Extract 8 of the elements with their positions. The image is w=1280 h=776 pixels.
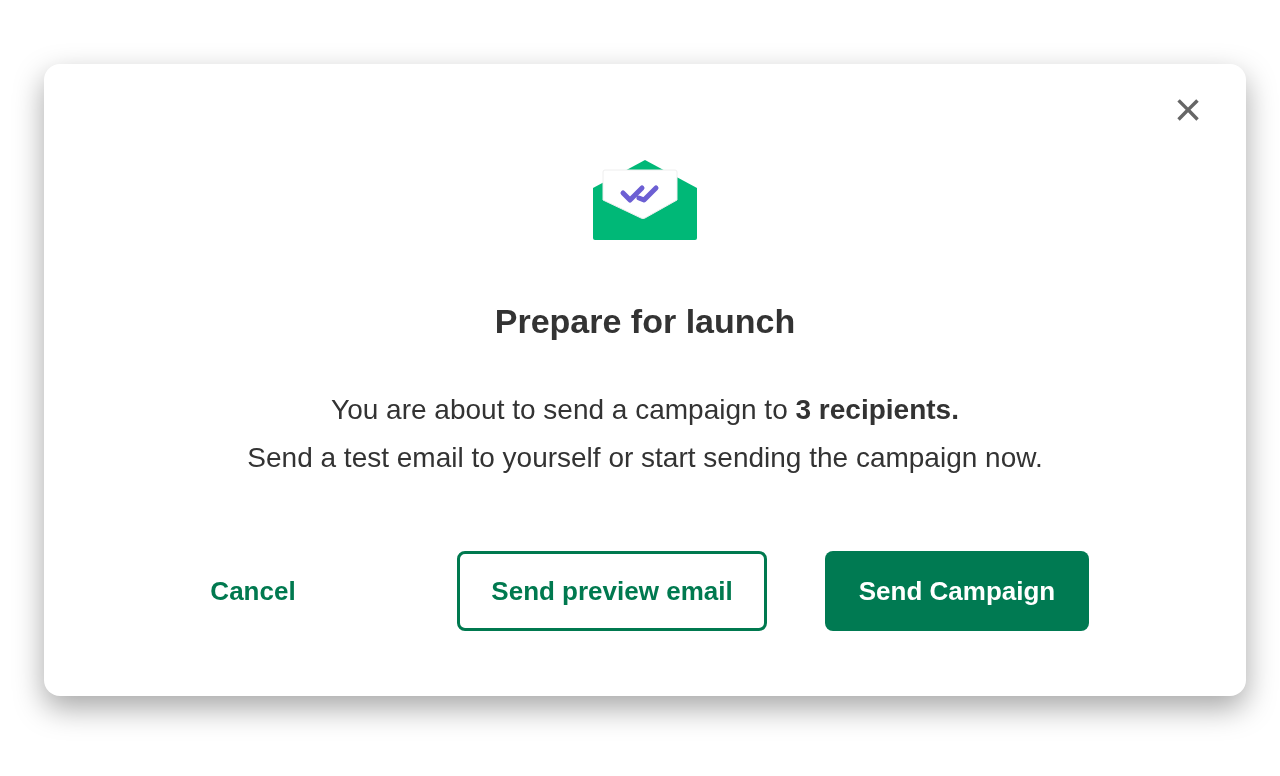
close-button[interactable]: × bbox=[1164, 86, 1212, 134]
message-text: You are about to send a campaign to 3 recipients. bbox=[331, 393, 959, 427]
cancel-link[interactable]: Cancel bbox=[155, 551, 351, 631]
message-text: Send a test email to yourself or start sending the campaign now. bbox=[247, 441, 1043, 475]
action-button[interactable]: Send preview email bbox=[457, 551, 767, 631]
dialog-title: Prepare for launch bbox=[494, 301, 796, 342]
envelope-check-icon bbox=[593, 160, 697, 240]
action-button[interactable]: Send Campaign bbox=[825, 551, 1089, 631]
